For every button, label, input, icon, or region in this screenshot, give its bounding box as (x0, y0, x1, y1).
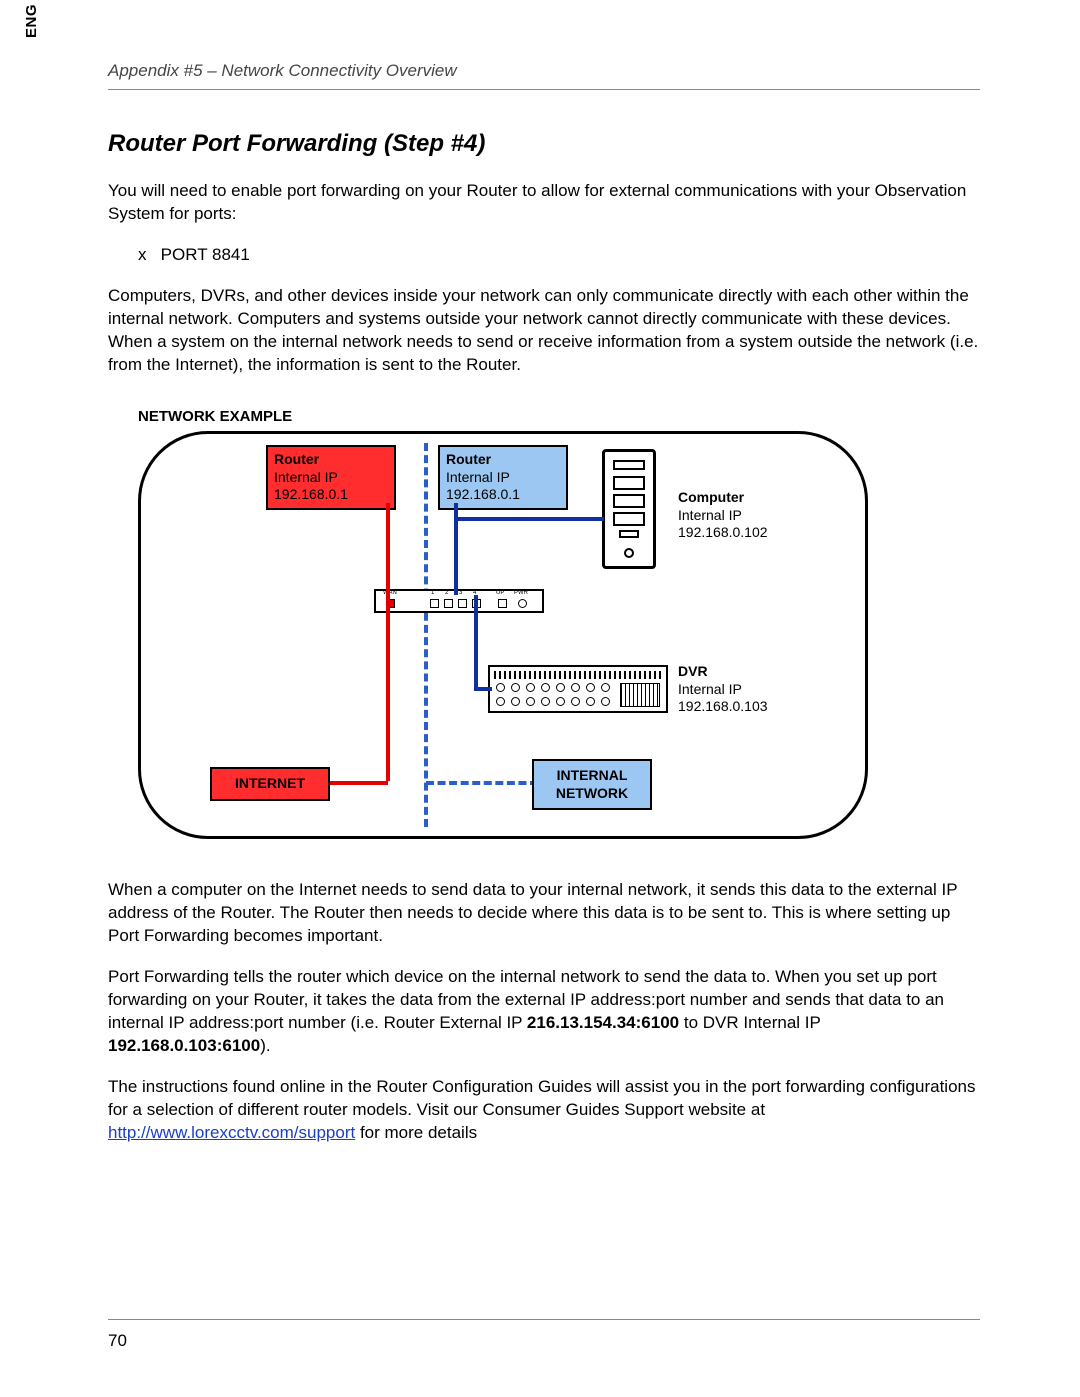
router-external-box: Router Internal IP 192.168.0.1 (266, 445, 396, 510)
router-internal-title: Router (446, 451, 560, 469)
line-blue-to-computer-h (454, 517, 604, 521)
router-device-icon: WAN 1 2 3 4 UP PWR (374, 589, 544, 613)
router-external-ip-label: Internal IP (274, 469, 388, 487)
bullet-marker: x (138, 245, 147, 264)
port-label-1: 1 (431, 589, 434, 597)
dashed-to-internal (426, 781, 538, 785)
p4-bold1: 216.13.154.34:6100 (527, 1013, 679, 1032)
network-diagram: Router Internal IP 192.168.0.1 Router In… (138, 431, 868, 839)
internal-network-tag: INTERNAL NETWORK (532, 759, 652, 810)
section-title: Router Port Forwarding (Step #4) (108, 128, 980, 160)
language-tab: ENG (22, 4, 42, 38)
dvr-ip-label: Internal IP (678, 681, 768, 699)
internet-tag: INTERNET (210, 767, 330, 801)
p4: Port Forwarding tells the router which d… (108, 966, 980, 1058)
router-external-title: Router (274, 451, 388, 469)
line-red-vertical (386, 503, 390, 781)
computer-ip: 192.168.0.102 (678, 524, 768, 542)
computer-label: Computer Internal IP 192.168.0.102 (678, 489, 768, 542)
line-blue-to-dvr-v (474, 595, 478, 691)
dvr-label: DVR Internal IP 192.168.0.103 (678, 663, 768, 716)
dvr-device-icon (488, 665, 668, 713)
computer-icon (602, 449, 656, 569)
explanation-paragraph: Computers, DVRs, and other devices insid… (108, 285, 980, 377)
router-internal-box: Router Internal IP 192.168.0.1 (438, 445, 568, 510)
computer-title: Computer (678, 489, 768, 507)
intro-paragraph: You will need to enable port forwarding … (108, 180, 980, 226)
support-link[interactable]: http://www.lorexcctv.com/support (108, 1123, 355, 1142)
computer-ip-label: Internal IP (678, 507, 768, 525)
page-footer: 70 (108, 1319, 980, 1353)
port-label-2: 2 (445, 589, 448, 597)
p5-a: The instructions found online in the Rou… (108, 1077, 975, 1119)
router-external-ip: 192.168.0.1 (274, 486, 388, 504)
network-example-heading: NETWORK EXAMPLE (138, 407, 980, 427)
port-label-up: UP (496, 589, 504, 597)
p4-bold2: 192.168.0.103:6100 (108, 1036, 260, 1055)
router-internal-ip: 192.168.0.1 (446, 486, 560, 504)
dvr-ip: 192.168.0.103 (678, 698, 768, 716)
line-blue-to-dvr-h (474, 687, 492, 691)
p3: When a computer on the Internet needs to… (108, 879, 980, 948)
port-label-3: 3 (459, 589, 462, 597)
internal-tag-l2: NETWORK (548, 785, 636, 803)
port-label-pwr: PWR (514, 589, 528, 597)
router-internal-ip-label: Internal IP (446, 469, 560, 487)
bullet-text: PORT 8841 (161, 245, 250, 264)
page-header: Appendix #5 – Network Connectivity Overv… (108, 60, 980, 90)
p5-b: for more details (355, 1123, 477, 1142)
internal-tag-l1: INTERNAL (548, 767, 636, 785)
page-number: 70 (108, 1331, 127, 1350)
p5: The instructions found online in the Rou… (108, 1076, 980, 1145)
network-divider-line (424, 443, 428, 827)
p4-b: to DVR Internal IP (679, 1013, 820, 1032)
p4-c: ). (260, 1036, 270, 1055)
dvr-title: DVR (678, 663, 768, 681)
port-bullet: x PORT 8841 (138, 244, 980, 267)
